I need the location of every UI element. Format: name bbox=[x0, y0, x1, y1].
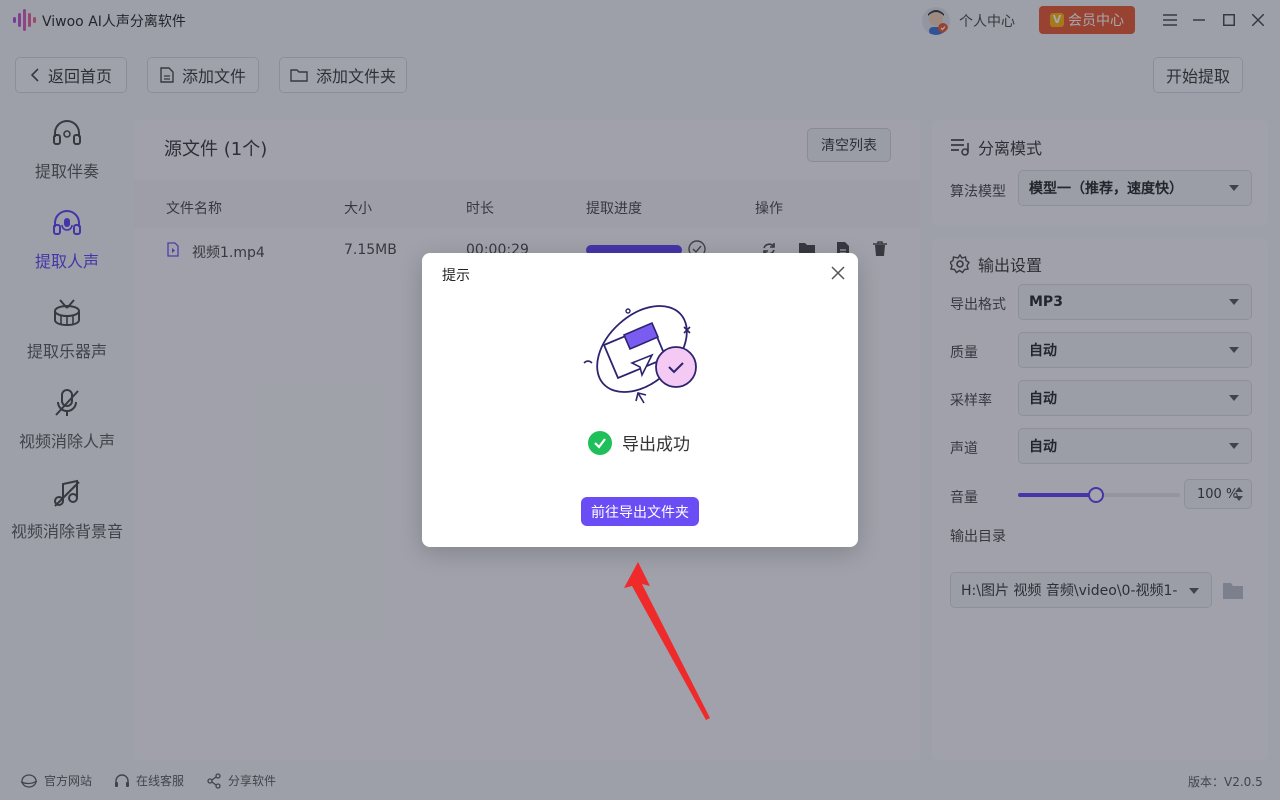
dialog-title: 提示 bbox=[442, 268, 470, 284]
red-arrow-annotation-icon bbox=[624, 562, 710, 720]
success-text: 导出成功 bbox=[622, 435, 690, 455]
success-check-icon bbox=[588, 430, 612, 455]
close-icon[interactable] bbox=[830, 265, 846, 281]
open-export-folder-button[interactable]: 前往导出文件夹 bbox=[581, 497, 699, 526]
export-success-dialog: 提示 导出成功 前往导出文件夹 bbox=[422, 253, 858, 547]
success-message: 导出成功 bbox=[588, 430, 690, 455]
export-illustration-icon bbox=[583, 305, 697, 404]
